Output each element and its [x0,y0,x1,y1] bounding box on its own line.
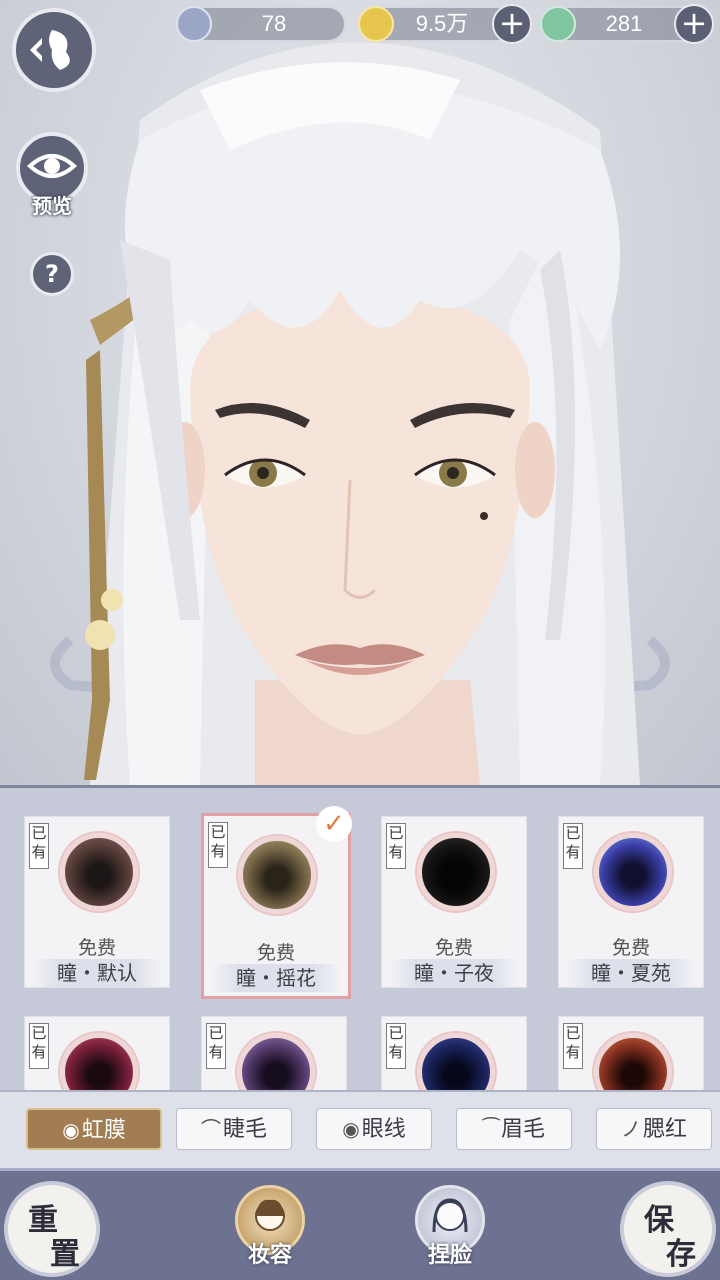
add-jade-button[interactable]: + [674,4,714,44]
tab-iris[interactable]: ◉虹膜 [26,1108,162,1150]
back-butterfly-icon [30,30,70,70]
iris-swatch [237,1033,315,1090]
eyebrow-icon: ⁀ [482,1117,500,1141]
owned-tag: 已有 [563,1023,583,1069]
owned-tag: 已有 [386,823,406,869]
item-name: 瞳・默认 [33,959,161,987]
tab-label: 眼线 [361,1117,406,1142]
currency-silver-value: 78 [261,11,287,36]
tab-eyebrow[interactable]: ⁀眉毛 [456,1108,572,1150]
item-price: 免费 [434,937,473,959]
makeup-mode-label: 妆容 [247,1242,292,1268]
item-card[interactable]: 已有 免费 瞳・默认 [24,816,170,988]
character-viewport[interactable] [0,0,720,785]
save-button[interactable]: 保 存 [620,1181,716,1277]
tab-eyeliner[interactable]: ◉眼线 [316,1108,432,1150]
iris-swatch [60,1033,138,1090]
help-button[interactable]: ? [30,252,74,296]
eyeliner-icon: ◉ [342,1117,360,1141]
preview-label: 预览 [32,194,72,218]
tab-label: 虹膜 [81,1118,126,1143]
item-name: 瞳・夏苑 [567,959,695,987]
item-price: 免费 [611,937,650,959]
item-price: 免费 [256,942,295,964]
reset-button[interactable]: 重 置 [4,1181,100,1277]
iris-swatch [60,833,138,911]
eyelash-icon: ⌒ [200,1117,221,1141]
item-name: 瞳・子夜 [390,959,518,987]
owned-tag: 已有 [386,1023,406,1069]
owned-tag: 已有 [208,822,228,868]
jade-token-icon [540,6,576,42]
tab-label: 眉毛 [501,1117,546,1142]
currency-jade-value: 281 [605,11,643,36]
tab-blush[interactable]: ノ腮红 [596,1108,712,1150]
character-model [50,42,670,785]
selected-check-icon: ✓ [316,806,352,842]
tab-label: 腮红 [642,1117,687,1142]
item-name: 瞳・摇花 [212,964,340,992]
blush-icon: ノ [620,1117,641,1141]
iris-swatch [417,833,495,911]
makeup-category-tabs: ◉虹膜 ⌒睫毛 ◉眼线 ⁀眉毛 ノ腮红 [0,1090,720,1168]
owned-tag: 已有 [29,823,49,869]
item-card[interactable]: 已有 [24,1016,170,1090]
item-price: 免费 [77,937,116,959]
item-card[interactable]: 已有 [201,1016,347,1090]
tab-eyelash[interactable]: ⌒睫毛 [176,1108,292,1150]
iris-swatch [417,1033,495,1090]
gold-coin-icon [358,6,394,42]
item-card[interactable]: 已有 免费 瞳・子夜 [381,816,527,988]
iris-swatch [594,1033,672,1090]
iris-swatch [238,836,316,914]
item-card[interactable]: 已有 [558,1016,704,1090]
face-sculpt-mode-label: 捏脸 [427,1242,472,1268]
bottom-bar: 重 置 妆容 捏脸 保 存 [0,1168,720,1280]
currency-jade: 281 + [540,4,714,44]
item-card[interactable]: 已有 免费 瞳・夏苑 [558,816,704,988]
item-card-selected[interactable]: 已有 免费 瞳・摇花 ✓ [201,806,352,999]
add-gold-button[interactable]: + [492,4,532,44]
iris-icon: ◉ [62,1118,80,1142]
currency-gold: 9.5万 + [358,4,532,44]
iris-item-panel[interactable]: 已有 免费 瞳・默认 已有 免费 瞳・摇花 ✓ 已有 免费 瞳・子夜 已有 免费… [0,785,720,1090]
iris-swatch [594,833,672,911]
owned-tag: 已有 [563,823,583,869]
item-card[interactable]: 已有 [381,1016,527,1090]
owned-tag: 已有 [29,1023,49,1069]
tab-label: 睫毛 [222,1117,267,1142]
currency-gold-value: 9.5万 [415,11,469,36]
save-label-bottom: 存 [666,1237,696,1272]
back-button[interactable] [12,8,96,92]
currency-silver: 78 [176,6,346,42]
owned-tag: 已有 [206,1023,226,1069]
silver-feather-coin-icon [176,6,212,42]
reset-label-bottom: 置 [50,1237,80,1272]
